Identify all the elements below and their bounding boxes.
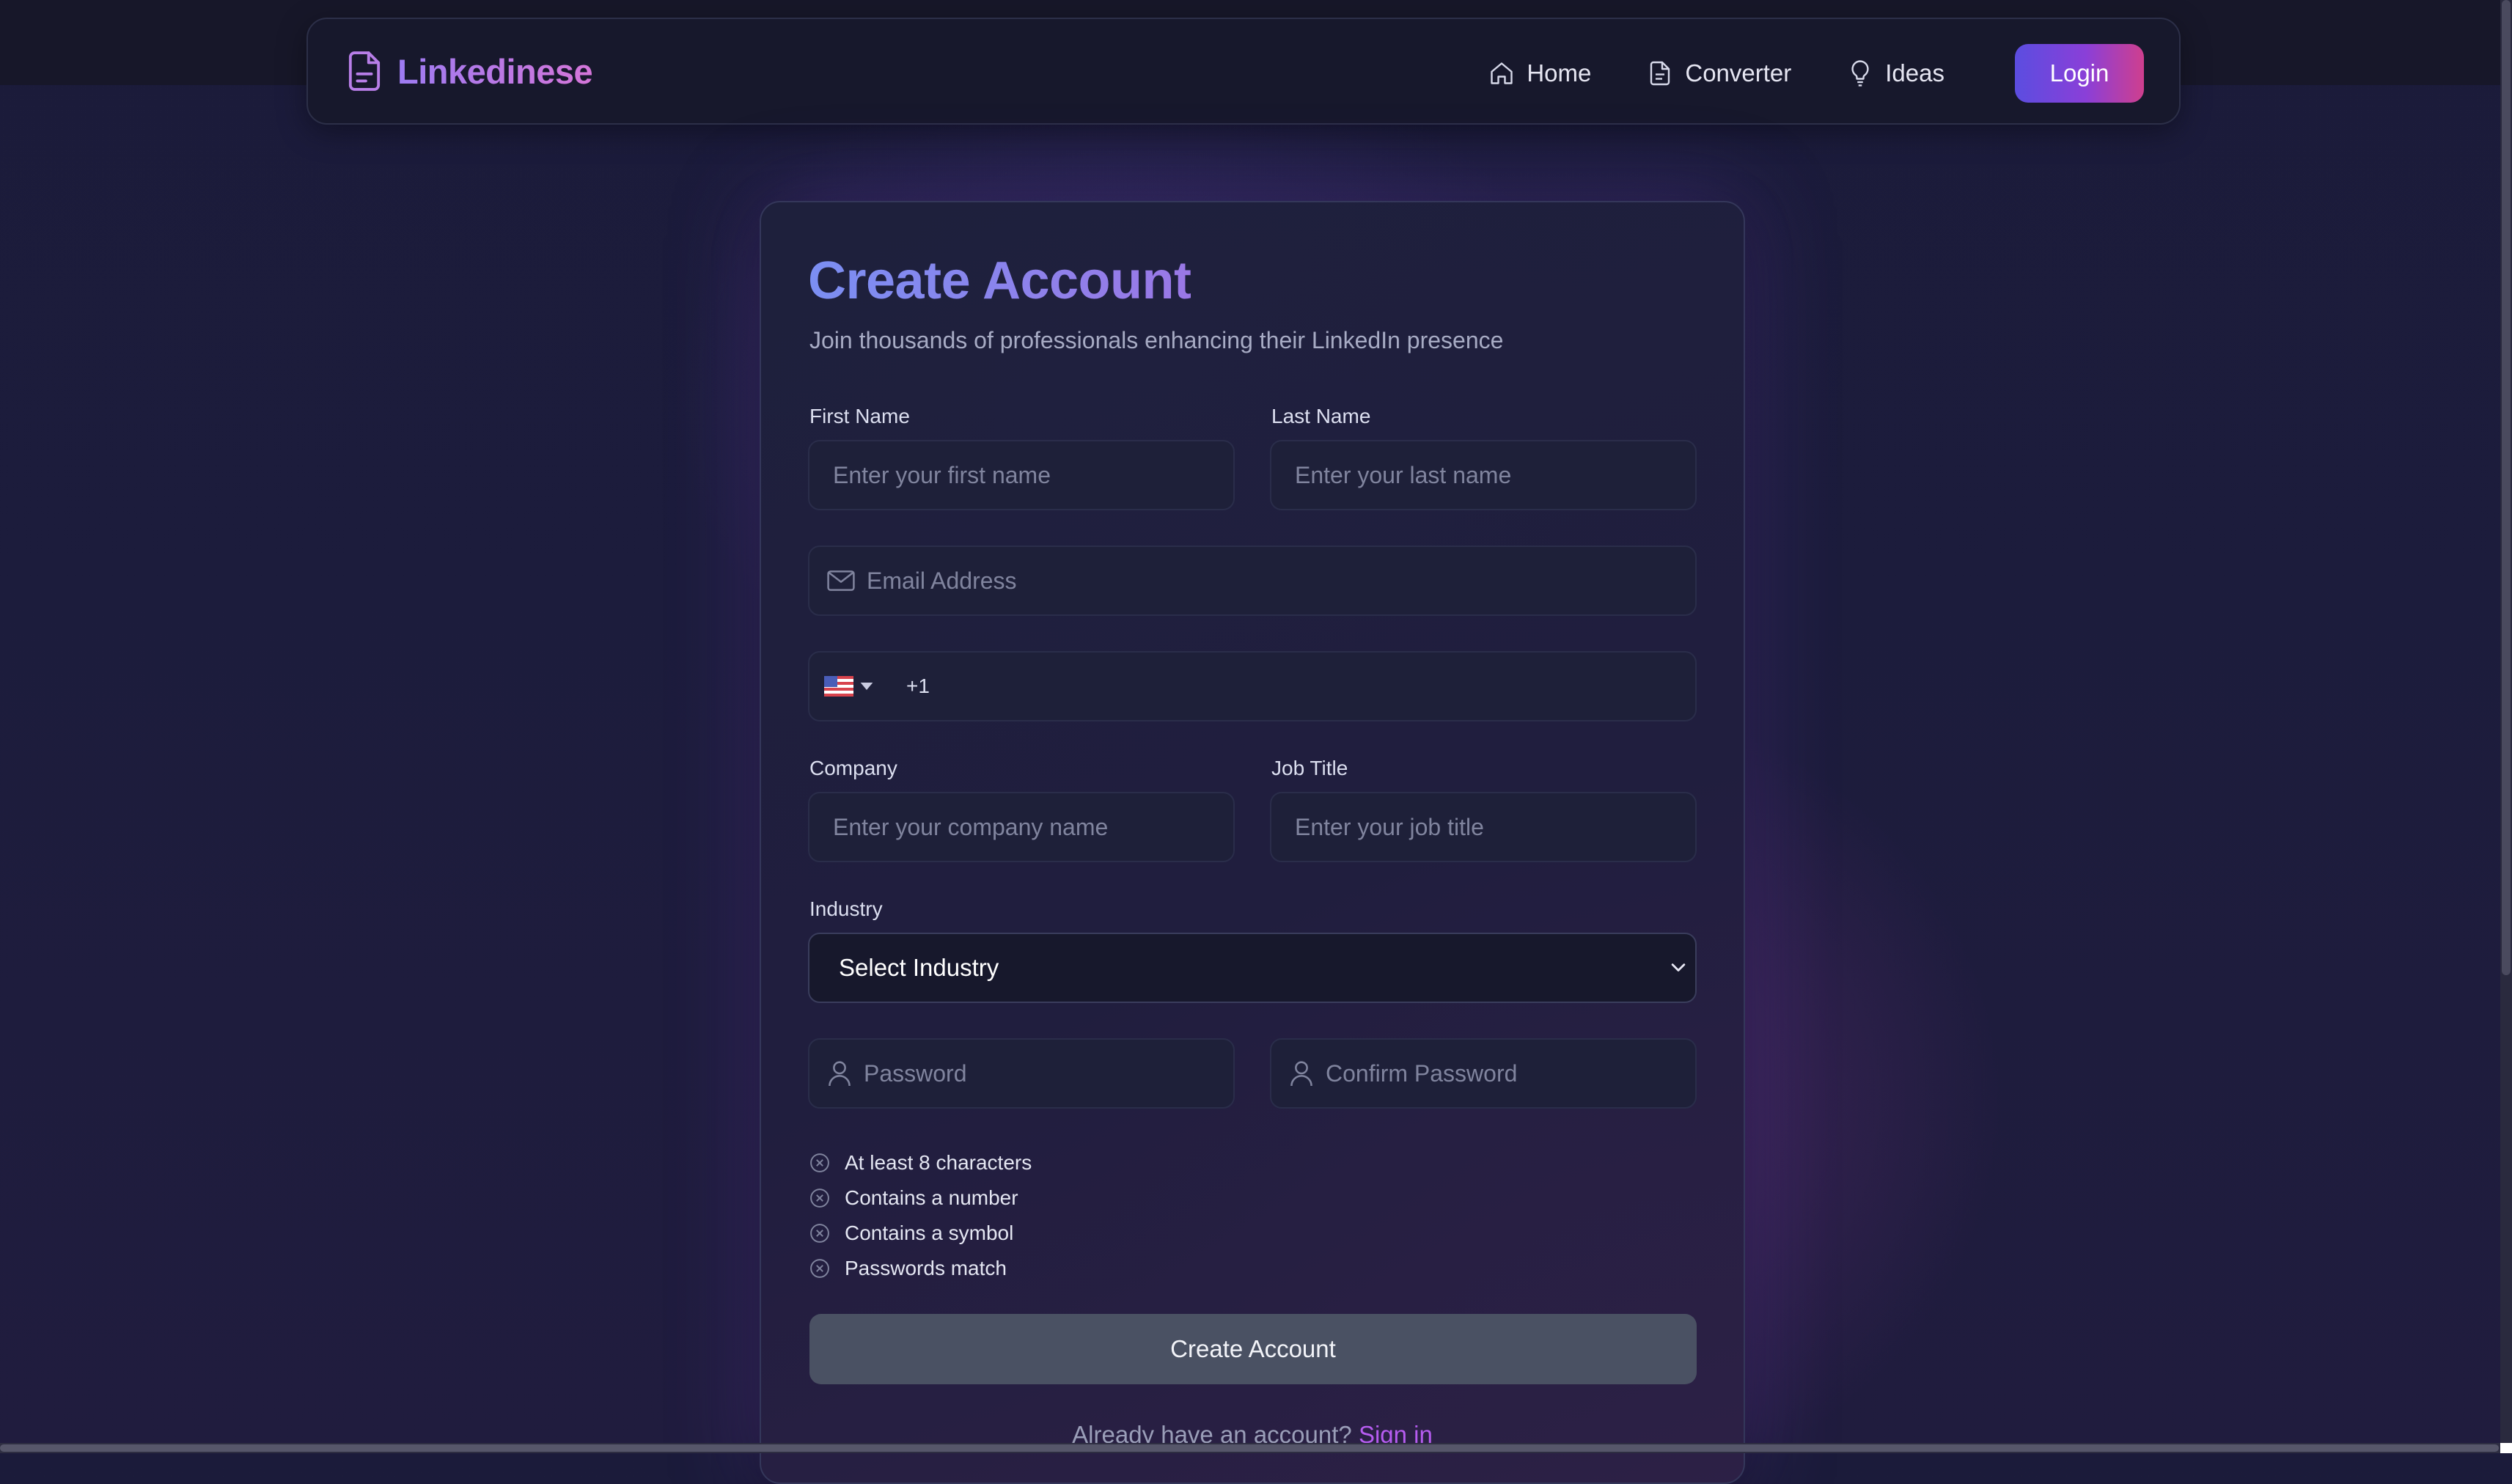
vertical-scrollbar-thumb[interactable] xyxy=(2502,0,2511,975)
chevron-down-icon xyxy=(1671,963,1686,971)
password-input[interactable] xyxy=(852,1040,1233,1107)
password-field xyxy=(808,1038,1235,1109)
signup-card: Create Account Join thousands of profess… xyxy=(760,201,1745,1484)
requirement-text: Contains a number xyxy=(845,1186,1018,1209)
requirement-text: Contains a symbol xyxy=(845,1222,1014,1244)
company-label: Company xyxy=(809,757,897,779)
nav-item-home[interactable]: Home xyxy=(1488,59,1591,87)
requirement-item: At least 8 characters xyxy=(809,1145,1032,1180)
requirement-text: At least 8 characters xyxy=(845,1151,1032,1174)
industry-select[interactable]: Select Industry xyxy=(808,933,1697,1003)
company-field xyxy=(808,792,1235,862)
nav-item-ideas[interactable]: Ideas xyxy=(1847,59,1944,88)
phone-field: +1 xyxy=(808,651,1697,721)
page-subtitle: Join thousands of professionals enhancin… xyxy=(809,327,1504,353)
x-circle-icon xyxy=(810,1224,829,1243)
last-name-input[interactable] xyxy=(1271,441,1695,509)
create-account-button[interactable]: Create Account xyxy=(809,1314,1697,1384)
last-name-field xyxy=(1270,440,1697,510)
mail-icon xyxy=(827,570,855,591)
x-circle-icon xyxy=(810,1153,829,1172)
password-requirements: At least 8 characters Contains a number … xyxy=(809,1145,1032,1286)
horizontal-scrollbar[interactable] xyxy=(0,1443,2500,1453)
brand[interactable]: Linkedinese xyxy=(348,50,593,92)
dial-code: +1 xyxy=(906,675,930,697)
industry-label: Industry xyxy=(809,897,883,920)
home-icon xyxy=(1491,62,1513,84)
user-icon xyxy=(829,1061,851,1087)
navbar: Linkedinese Home Converter Ideas Login xyxy=(306,18,2181,125)
requirement-item: Contains a number xyxy=(809,1180,1032,1216)
requirement-text: Passwords match xyxy=(845,1257,1007,1279)
confirm-password-input[interactable] xyxy=(1314,1040,1695,1107)
user-icon xyxy=(1290,1061,1312,1087)
scrollbar-corner xyxy=(2500,1443,2512,1453)
company-input[interactable] xyxy=(809,793,1233,861)
job-title-field xyxy=(1270,792,1697,862)
document-icon xyxy=(1650,61,1670,86)
industry-selected-value: Select Industry xyxy=(839,954,999,981)
requirement-item: Contains a symbol xyxy=(809,1216,1032,1251)
nav-item-label: Ideas xyxy=(1885,59,1944,87)
first-name-field xyxy=(808,440,1235,510)
x-circle-icon xyxy=(810,1259,829,1278)
requirement-item: Passwords match xyxy=(809,1251,1032,1286)
job-title-input[interactable] xyxy=(1271,793,1695,861)
email-input[interactable] xyxy=(855,547,1695,614)
job-title-label: Job Title xyxy=(1271,757,1348,779)
x-circle-icon xyxy=(810,1189,829,1208)
last-name-label: Last Name xyxy=(1271,405,1371,427)
horizontal-scrollbar-thumb[interactable] xyxy=(0,1444,2499,1452)
nav-item-converter[interactable]: Converter xyxy=(1647,59,1791,87)
brand-name: Linkedinese xyxy=(397,51,593,91)
chevron-down-icon xyxy=(860,683,873,690)
country-selector[interactable] xyxy=(824,676,874,697)
page-title: Create Account xyxy=(808,251,1191,310)
nav-item-label: Home xyxy=(1527,59,1592,87)
first-name-input[interactable] xyxy=(809,441,1233,509)
first-name-label: First Name xyxy=(809,405,910,427)
document-logo-icon xyxy=(348,51,381,91)
lightbulb-icon xyxy=(1851,60,1869,87)
phone-input[interactable] xyxy=(929,653,1695,720)
us-flag-icon xyxy=(824,676,853,697)
nav-links: Home Converter Ideas Login xyxy=(1488,44,2144,103)
confirm-password-field xyxy=(1270,1038,1697,1109)
login-button[interactable]: Login xyxy=(2015,44,2144,103)
email-field xyxy=(808,546,1697,616)
nav-item-label: Converter xyxy=(1685,59,1792,87)
vertical-scrollbar[interactable] xyxy=(2500,0,2512,1443)
